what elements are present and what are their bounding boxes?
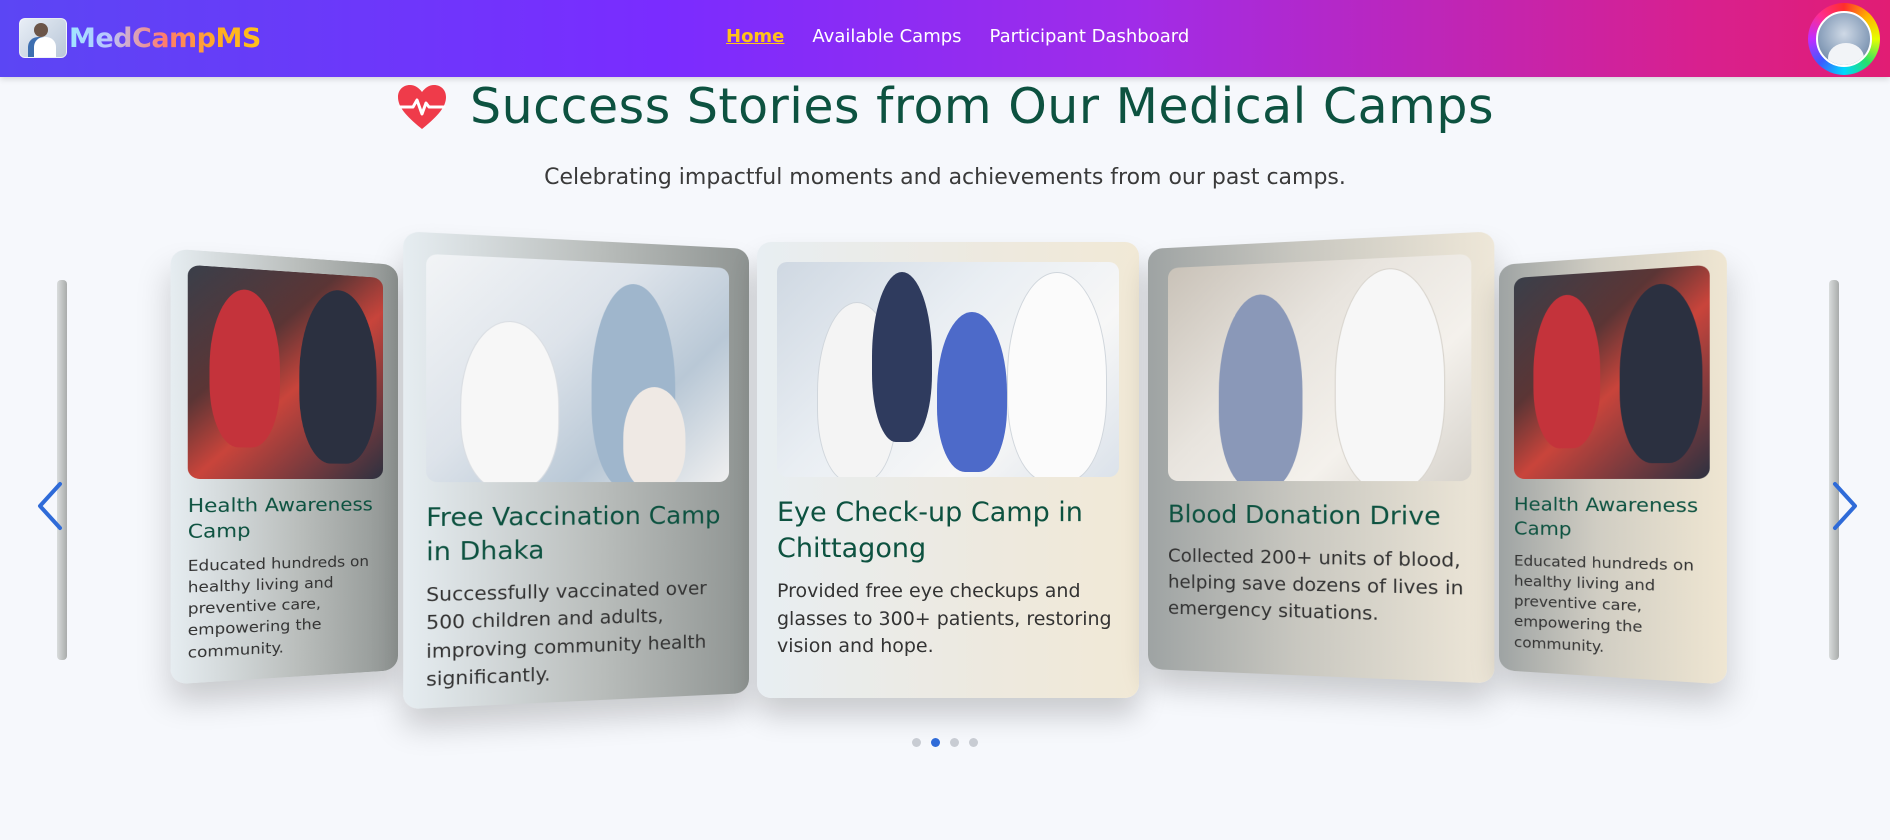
story-card-active[interactable]: Eye Check-up Camp in Chittagong Provided… [757,242,1139,698]
carousel-pagination [0,738,1890,747]
story-title: Blood Donation Drive [1168,500,1441,532]
edge-card-left [57,280,67,660]
pagination-dot[interactable] [969,738,978,747]
brand-name: MedCampMS [69,22,261,54]
brand[interactable]: MedCampMS [19,18,261,58]
nav-link-home[interactable]: Home [726,26,784,47]
story-title: Health Awareness Camp [1513,494,1699,541]
story-text: Provided free eye checkups and glasses t… [777,580,1112,658]
navbar: MedCampMS Home Available Camps Participa… [0,0,1890,77]
story-photo [187,264,384,479]
pagination-dot[interactable] [950,738,959,747]
success-stories-carousel: Health Awareness Camp Educated hundreds … [0,230,1890,730]
user-avatar[interactable] [1808,3,1880,75]
story-card[interactable]: Free Vaccination Camp in Dhaka Successfu… [403,231,749,710]
nav-link-available-camps[interactable]: Available Camps [812,26,961,47]
page-subtitle: Celebrating impactful moments and achiev… [544,165,1346,190]
page-title: Success Stories from Our Medical Camps [470,78,1494,135]
story-title: Health Awareness Camp [187,494,373,543]
story-photo [1513,264,1710,479]
chevron-right-icon[interactable] [1829,478,1859,534]
story-photo [426,253,730,483]
avatar-image [1816,11,1872,67]
nav-links: Home Available Camps Participant Dashboa… [726,26,1189,47]
heart-pulse-icon [398,84,446,129]
story-card[interactable]: Health Awareness Camp Educated hundreds … [170,248,398,685]
story-text: Educated hundreds on healthy living and … [187,553,370,662]
brand-logo [19,18,67,58]
chevron-left-icon[interactable] [36,478,66,534]
story-text: Educated hundreds on healthy living and … [1513,552,1694,656]
nav-link-participant-dashboard[interactable]: Participant Dashboard [990,26,1190,47]
story-photo [1168,253,1472,482]
section-heading: Success Stories from Our Medical Camps [0,78,1890,135]
pagination-dot-active[interactable] [931,738,940,747]
story-title: Free Vaccination Camp in Dhaka [426,501,721,567]
story-photo [777,262,1119,477]
story-text: Collected 200+ units of blood, helping s… [1168,544,1464,625]
pagination-dot[interactable] [912,738,921,747]
story-title: Eye Check-up Camp in Chittagong [777,497,1083,564]
story-card[interactable]: Blood Donation Drive Collected 200+ unit… [1148,231,1495,684]
story-card[interactable]: Health Awareness Camp Educated hundreds … [1499,248,1727,685]
story-text: Successfully vaccinated over 500 childre… [426,578,707,691]
edge-card-right [1829,280,1839,660]
